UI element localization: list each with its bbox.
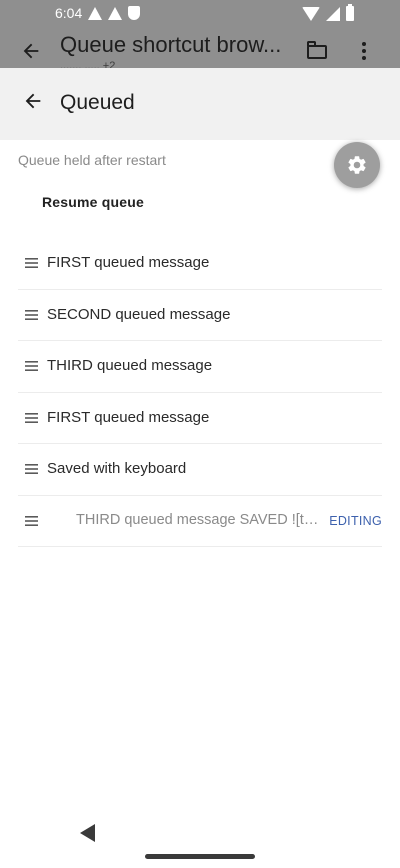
drag-handle-icon[interactable] [25,258,38,268]
more-vert-icon[interactable] [362,42,366,60]
battery-icon [346,4,354,21]
status-notification-icons [88,6,140,20]
queue-item[interactable]: Saved with keyboard [18,444,382,496]
queue-item[interactable]: THIRD queued message [18,341,382,393]
queue-item[interactable]: FIRST queued message [18,393,382,444]
queue-item-label: FIRST queued message [47,254,210,271]
sheet-title: Queued [60,91,135,114]
app-bar: Queue shortcut brow... ....... ..... +2 [0,28,400,68]
signal-icon [326,6,340,21]
queue-status-hint: Queue held after restart [18,152,166,168]
queue-item[interactable]: FIRST queued message [18,238,382,290]
warning-icon [88,6,102,20]
folder-icon[interactable] [307,41,327,59]
back-arrow-icon[interactable] [22,90,44,112]
drag-handle-icon[interactable] [25,309,38,320]
queue-item-label: FIRST queued message [47,408,210,426]
status-system-icons [302,4,354,21]
queue-item[interactable]: SECOND queued message [18,290,382,341]
warning-icon [108,6,122,20]
drag-handle-icon[interactable] [25,412,38,423]
editing-badge: EDITING [329,513,382,528]
home-gesture-bar[interactable] [145,854,255,859]
settings-button[interactable] [334,142,380,188]
wifi-icon [302,6,320,21]
queue-item-editing[interactable]: THIRD queued message SAVED ![te… EDITING [18,496,382,547]
queue-item-label: Saved with keyboard [47,460,187,477]
resume-queue-button[interactable]: Resume queue [42,194,144,210]
drag-handle-icon[interactable] [25,464,38,474]
app-title: Queue shortcut brow... [60,32,282,57]
drag-handle-icon[interactable] [25,515,38,526]
back-arrow-icon[interactable] [20,40,42,66]
drag-handle-icon[interactable] [25,361,38,371]
shield-icon [128,6,140,20]
queue-list: FIRST queued message SECOND queued messa… [18,238,382,547]
queued-sheet-header: Queued [0,68,400,140]
app-subtitle: ....... ..... +2 [60,60,116,68]
queue-item-label: SECOND queued message [47,305,231,323]
nav-back-icon[interactable] [80,824,95,842]
status-bar: 6:04 [0,0,400,28]
queue-item-label: THIRD queued message SAVED ![te… [76,511,323,528]
queue-item-label: THIRD queued message [47,357,213,374]
gear-icon [348,156,366,174]
status-time: 6:04 [55,5,83,21]
